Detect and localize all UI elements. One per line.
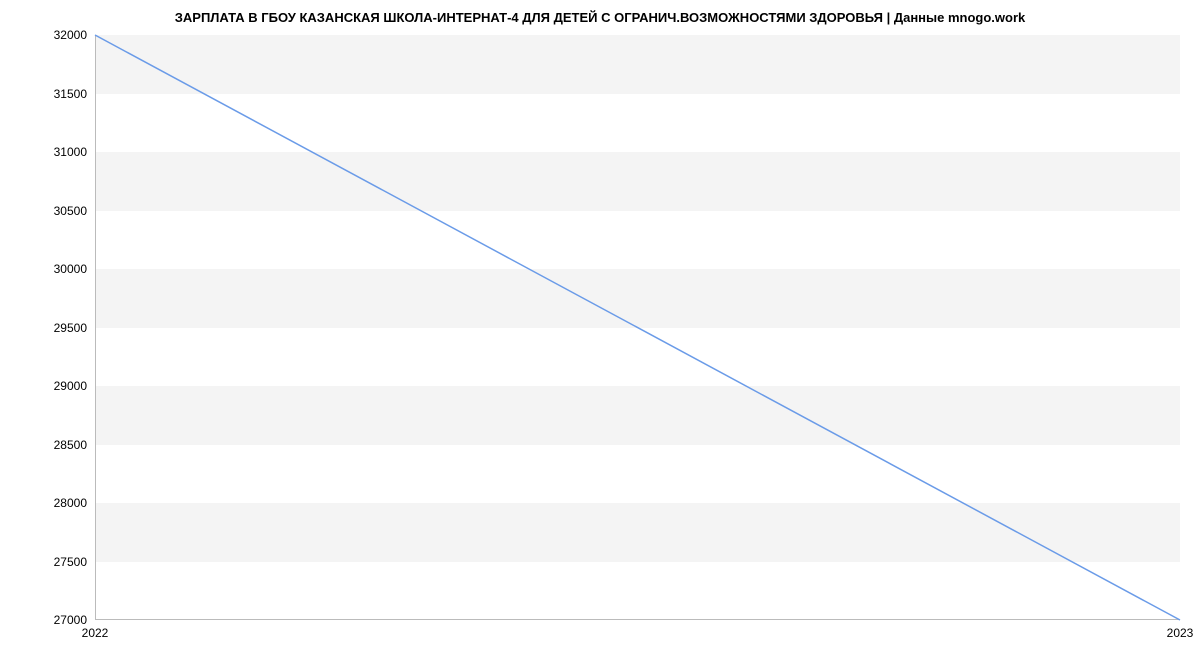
plot-area: 2700027500280002850029000295003000030500… bbox=[95, 35, 1180, 620]
y-tick-label: 32000 bbox=[54, 28, 87, 42]
x-tick-label: 2023 bbox=[1167, 626, 1194, 640]
y-tick-label: 30000 bbox=[54, 262, 87, 276]
y-tick-label: 27500 bbox=[54, 555, 87, 569]
y-tick-label: 28000 bbox=[54, 496, 87, 510]
line-svg bbox=[95, 35, 1180, 620]
y-tick-label: 31000 bbox=[54, 145, 87, 159]
y-tick-label: 27000 bbox=[54, 613, 87, 627]
y-tick-label: 28500 bbox=[54, 438, 87, 452]
data-line bbox=[95, 35, 1180, 620]
y-tick-label: 29000 bbox=[54, 379, 87, 393]
y-tick-label: 29500 bbox=[54, 321, 87, 335]
chart-title: ЗАРПЛАТА В ГБОУ КАЗАНСКАЯ ШКОЛА-ИНТЕРНАТ… bbox=[0, 0, 1200, 33]
x-tick-label: 2022 bbox=[82, 626, 109, 640]
chart-container: ЗАРПЛАТА В ГБОУ КАЗАНСКАЯ ШКОЛА-ИНТЕРНАТ… bbox=[0, 0, 1200, 650]
y-tick-label: 31500 bbox=[54, 87, 87, 101]
y-tick-label: 30500 bbox=[54, 204, 87, 218]
